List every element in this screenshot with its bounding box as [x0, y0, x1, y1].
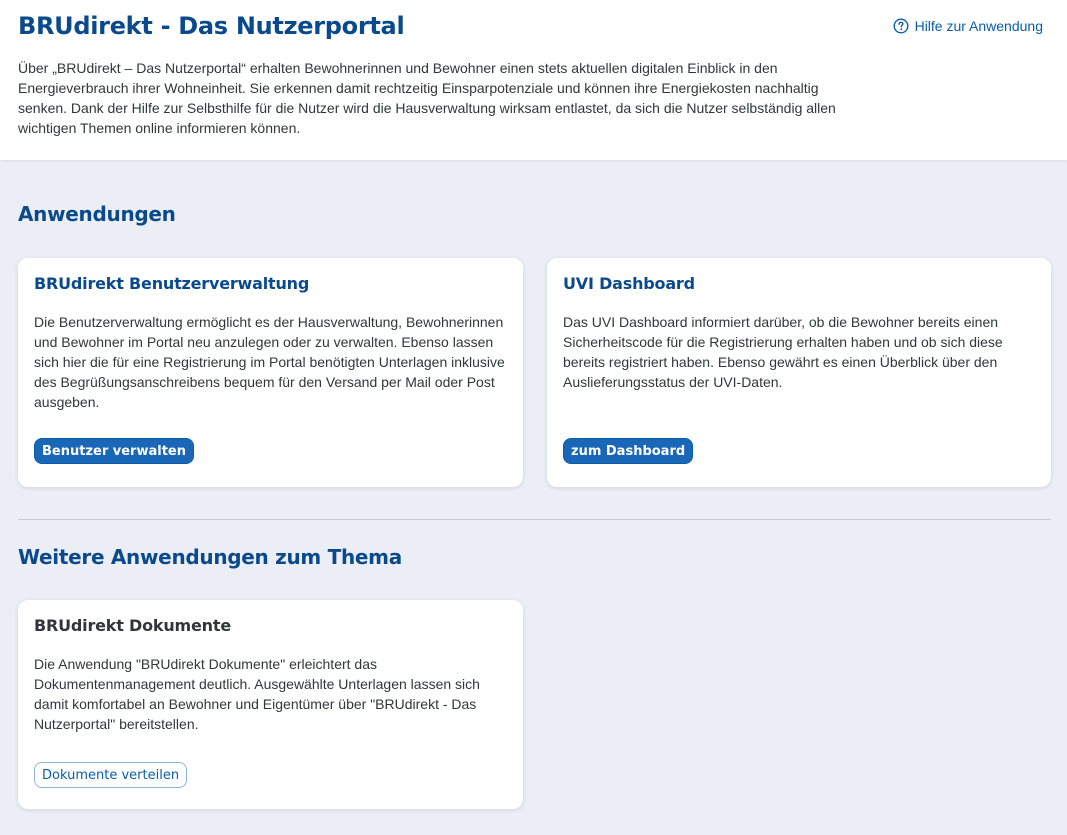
- card-title: BRUdirekt Dokumente: [34, 616, 231, 635]
- section-title-more-applications: Weitere Anwendungen zum Thema: [18, 545, 402, 569]
- intro-text: Über „BRUdirekt – Das Nutzerportal“ erha…: [18, 60, 836, 136]
- card-description: Die Benutzerverwaltung ermöglicht es der…: [34, 314, 505, 410]
- page-header: BRUdirekt - Das Nutzerportal Hilfe zur A…: [0, 0, 1067, 160]
- card-title: BRUdirekt Benutzerverwaltung: [34, 274, 310, 293]
- help-link[interactable]: Hilfe zur Anwendung: [893, 18, 1043, 34]
- card-documents: BRUdirekt Dokumente Die Anwendung "BRUdi…: [18, 600, 523, 809]
- page-title: BRUdirekt - Das Nutzerportal: [18, 12, 405, 40]
- question-circle-icon: [893, 18, 909, 34]
- section-title-applications: Anwendungen: [18, 202, 176, 226]
- manage-users-button[interactable]: Benutzer verwalten: [34, 438, 194, 464]
- help-link-label: Hilfe zur Anwendung: [914, 18, 1043, 34]
- open-dashboard-button[interactable]: zum Dashboard: [563, 438, 694, 464]
- card-uvi-dashboard: UVI Dashboard Das UVI Dashboard informie…: [547, 258, 1051, 487]
- card-title: UVI Dashboard: [563, 274, 695, 293]
- distribute-documents-button[interactable]: Dokumente verteilen: [34, 762, 188, 788]
- card-description: Die Anwendung "BRUdirekt Dokumente" erle…: [34, 656, 480, 732]
- section-divider: [18, 519, 1051, 520]
- card-description: Das UVI Dashboard informiert darüber, ob…: [563, 314, 1003, 390]
- card-user-admin: BRUdirekt Benutzerverwaltung Die Benutze…: [18, 258, 523, 487]
